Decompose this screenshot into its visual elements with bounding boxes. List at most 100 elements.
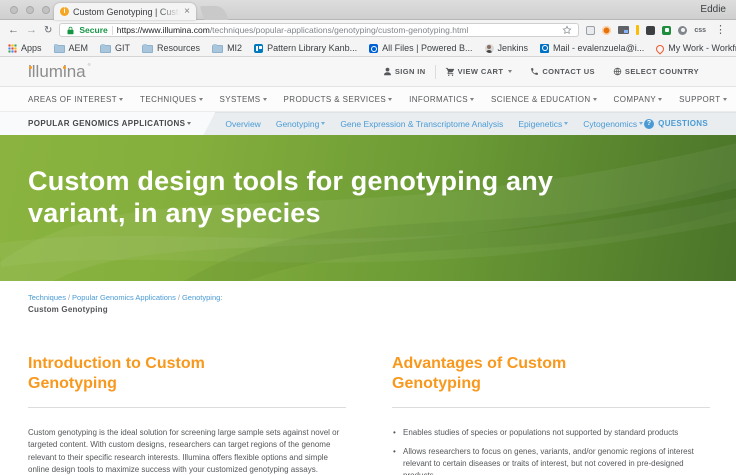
- nav-products-services[interactable]: PRODUCTS & SERVICES: [284, 95, 393, 104]
- nav-systems[interactable]: SYSTEMS: [220, 95, 267, 104]
- tab-close-icon[interactable]: [184, 7, 190, 17]
- subnav-links: Overview Genotyping Gene Expression & Tr…: [225, 119, 643, 129]
- chevron-down-icon: [564, 122, 568, 125]
- subnav-label: Epigenetics: [518, 119, 562, 129]
- bookmark-all-files[interactable]: All Files | Powered B...: [369, 43, 472, 53]
- secure-lock-icon: [66, 26, 75, 35]
- subnav-overview[interactable]: Overview: [225, 119, 260, 129]
- breadcrumb-links: Techniques/Popular Genomics Applications…: [28, 293, 708, 302]
- bookmark-workfront[interactable]: My Work - Workfront: [656, 43, 736, 53]
- bookmark-label: Pattern Library Kanb...: [267, 43, 357, 53]
- nav-company[interactable]: COMPANY: [614, 95, 663, 104]
- bookmark-label: AEM: [69, 43, 89, 53]
- folder-icon: [54, 45, 65, 53]
- back-icon[interactable]: [8, 25, 19, 36]
- person-icon: [383, 67, 392, 76]
- bookmark-pattern-library[interactable]: Pattern Library Kanb...: [254, 43, 357, 53]
- subnav-section-dropdown[interactable]: POPULAR GENOMICS APPLICATIONS: [0, 112, 215, 135]
- advantages-heading: Advantages of Custom Genotyping: [392, 354, 642, 394]
- subnav-genotyping[interactable]: Genotyping: [276, 119, 325, 129]
- bookmark-mail[interactable]: Mail - evalenzuela@i...: [540, 43, 644, 53]
- subnav-cytogenomics[interactable]: Cytogenomics: [583, 119, 643, 129]
- bookmark-resources[interactable]: Resources: [142, 43, 200, 53]
- puzzle-extension-icon[interactable]: [586, 26, 595, 35]
- reload-icon[interactable]: [44, 25, 52, 36]
- hero-banner: Custom design tools for genotyping any v…: [0, 135, 736, 281]
- nav-areas-of-interest[interactable]: AREAS OF INTEREST: [28, 95, 123, 104]
- folder-icon: [142, 45, 153, 53]
- logo-text: illumina: [28, 62, 86, 81]
- chevron-down-icon: [470, 98, 474, 101]
- contact-us-link[interactable]: CONTACT US: [521, 65, 604, 79]
- bookmark-label: GIT: [115, 43, 130, 53]
- site-header: illumina SIGN IN VIEW CART CONTACT US SE…: [0, 57, 736, 87]
- bookmark-apps[interactable]: Apps: [8, 43, 42, 53]
- trademark-icon: [88, 63, 91, 67]
- bookmark-jenkins[interactable]: Jenkins: [485, 43, 529, 53]
- secure-label[interactable]: Secure: [79, 25, 107, 35]
- forward-icon[interactable]: [26, 25, 37, 36]
- bookmark-git[interactable]: GIT: [100, 43, 130, 53]
- bookmark-star-icon[interactable]: [562, 25, 572, 35]
- url-text: https://www.illumina.com/techniques/popu…: [117, 25, 469, 35]
- bookmark-mi2[interactable]: MI2: [212, 43, 242, 53]
- jenkins-icon: [485, 44, 494, 53]
- section-subnav: POPULAR GENOMICS APPLICATIONS Overview G…: [0, 112, 736, 135]
- utility-nav: SIGN IN VIEW CART CONTACT US SELECT COUN…: [374, 65, 708, 79]
- window-controls: [10, 6, 50, 14]
- view-cart-link[interactable]: VIEW CART: [435, 65, 522, 79]
- chevron-down-icon: [388, 98, 392, 101]
- subnav-label: Cytogenomics: [583, 119, 637, 129]
- orange-extension-icon[interactable]: [602, 26, 611, 35]
- nav-label: SYSTEMS: [220, 95, 261, 104]
- select-country-link[interactable]: SELECT COUNTRY: [604, 65, 708, 79]
- breadcrumb-techniques[interactable]: Techniques: [28, 293, 66, 302]
- breadcrumb-genotyping[interactable]: Genotyping:: [182, 293, 222, 302]
- chevron-down-icon: [639, 122, 643, 125]
- browser-menu-icon[interactable]: [713, 25, 728, 36]
- window-close-button[interactable]: [10, 6, 18, 14]
- nav-label: INFORMATICS: [409, 95, 468, 104]
- browser-tab[interactable]: Custom Genotyping | Custom: [54, 3, 196, 20]
- folder-icon: [212, 45, 223, 53]
- breadcrumb-popular-genomics[interactable]: Popular Genomics Applications: [72, 293, 176, 302]
- subnav-epigenetics[interactable]: Epigenetics: [518, 119, 568, 129]
- nav-label: SCIENCE & EDUCATION: [491, 95, 590, 104]
- nav-techniques[interactable]: TECHNIQUES: [140, 95, 202, 104]
- chevron-down-icon: [263, 98, 267, 101]
- css-extension-badge[interactable]: css: [694, 27, 706, 34]
- extensions-area: css: [586, 25, 728, 36]
- breadcrumb: Techniques/Popular Genomics Applications…: [0, 281, 736, 314]
- browser-profile-name[interactable]: Eddie: [700, 4, 726, 15]
- new-tab-button[interactable]: [200, 6, 229, 20]
- gear-extension-icon[interactable]: [678, 26, 687, 35]
- questions-button[interactable]: QUESTIONS: [644, 119, 708, 129]
- list-item: Allows researchers to focus on genes, va…: [392, 446, 710, 475]
- nav-label: COMPANY: [614, 95, 657, 104]
- bookmark-aem[interactable]: AEM: [54, 43, 89, 53]
- illumina-logo[interactable]: illumina: [28, 63, 86, 80]
- page-content: Introduction to Custom Genotyping Custom…: [0, 314, 736, 475]
- workfront-pin-icon: [655, 43, 666, 54]
- address-bar[interactable]: Secure https://www.illumina.com/techniqu…: [59, 23, 578, 37]
- nav-informatics[interactable]: INFORMATICS: [409, 95, 474, 104]
- apps-grid-icon: [8, 44, 17, 53]
- dark-extension-icon[interactable]: [646, 26, 655, 35]
- yellow-bar-extension-icon[interactable]: [636, 25, 640, 35]
- window-zoom-button[interactable]: [42, 6, 50, 14]
- nav-science-education[interactable]: SCIENCE & EDUCATION: [491, 95, 596, 104]
- bookmarks-bar: Apps AEM GIT Resources MI2 Pattern Libra…: [0, 40, 736, 57]
- browser-toolbar: Secure https://www.illumina.com/techniqu…: [0, 20, 736, 40]
- questions-label: QUESTIONS: [658, 119, 708, 128]
- sign-in-link[interactable]: SIGN IN: [374, 65, 435, 79]
- advantages-section: Advantages of Custom Genotyping Enables …: [392, 354, 710, 475]
- cast-extension-icon[interactable]: [618, 26, 629, 34]
- bookmark-label: Mail - evalenzuela@i...: [553, 43, 644, 53]
- window-minimize-button[interactable]: [26, 6, 34, 14]
- utility-label: CONTACT US: [542, 67, 595, 76]
- subnav-gene-expression[interactable]: Gene Expression & Transcriptome Analysis: [340, 119, 503, 129]
- nav-support[interactable]: SUPPORT: [679, 95, 726, 104]
- chevron-down-icon: [508, 70, 512, 73]
- green-extension-icon[interactable]: [662, 26, 671, 35]
- chevron-down-icon: [321, 122, 325, 125]
